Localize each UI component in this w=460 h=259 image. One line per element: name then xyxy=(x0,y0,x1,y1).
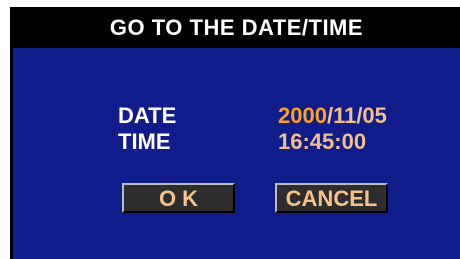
date-label: DATE xyxy=(118,103,177,128)
date-value[interactable]: 2000/11/05 xyxy=(278,104,387,128)
date-year-field[interactable]: 2000 xyxy=(278,103,327,128)
time-value-field[interactable]: 16:45:00 xyxy=(278,130,366,154)
time-label: TIME xyxy=(118,129,171,154)
cancel-button[interactable]: CANCEL xyxy=(275,183,388,213)
ok-button[interactable]: O K xyxy=(122,183,235,213)
dialog-title: GO TO THE DATE/TIME xyxy=(13,10,460,48)
goto-datetime-dialog: GO TO THE DATE/TIME DATE 2000/11/05 TIME… xyxy=(10,7,460,259)
date-month-day-field[interactable]: /11/05 xyxy=(327,103,387,128)
